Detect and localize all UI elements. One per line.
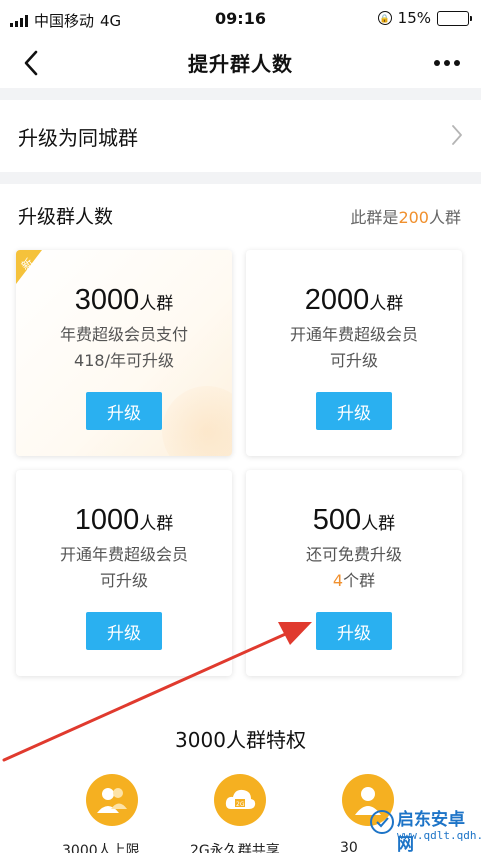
privilege-title: 3000人群特权 bbox=[175, 728, 306, 752]
card-title: 500人群 bbox=[246, 504, 462, 537]
more-dot-icon bbox=[444, 60, 450, 66]
card-unit: 人群 bbox=[139, 514, 174, 534]
card-number: 500 bbox=[312, 504, 362, 536]
card-description: 开通年费超级会员 可升级 bbox=[246, 322, 462, 374]
section-title: 升级群人数 bbox=[18, 206, 114, 228]
nav-bar: 提升群人数 bbox=[0, 38, 481, 88]
battery-percent: 15% bbox=[397, 9, 431, 27]
privilege-members-icon bbox=[86, 774, 138, 826]
more-dot-icon bbox=[454, 60, 460, 66]
upgrade-city-label: 升级为同城群 bbox=[18, 125, 138, 150]
watermark-url: www.qdlt.qdh.com bbox=[397, 829, 481, 842]
free-upgrade-count: 4 bbox=[332, 571, 344, 590]
card-desc-line1: 开通年费超级会员 bbox=[289, 325, 418, 344]
card-decoration bbox=[162, 386, 232, 456]
more-dot-icon bbox=[434, 60, 440, 66]
upgrade-button-3000[interactable]: 升级 bbox=[86, 392, 162, 430]
plan-card-2000: 2000人群 开通年费超级会员 可升级 升级 bbox=[246, 250, 462, 456]
card-unit: 人群 bbox=[139, 294, 174, 314]
more-button[interactable] bbox=[429, 48, 465, 78]
card-unit: 人群 bbox=[361, 514, 396, 534]
plan-card-1000: 1000人群 开通年费超级会员 可升级 升级 bbox=[16, 470, 232, 676]
group-info-suffix: 人群 bbox=[428, 208, 461, 227]
card-number: 1000 bbox=[74, 504, 140, 536]
battery-icon bbox=[437, 10, 472, 26]
card-description: 开通年费超级会员 可升级 bbox=[16, 542, 232, 594]
card-unit: 人群 bbox=[369, 294, 404, 314]
upgrade-button-1000[interactable]: 升级 bbox=[86, 612, 162, 650]
privilege-storage-icon: 2G bbox=[214, 774, 266, 826]
status-right: 🔒 15% bbox=[377, 9, 472, 27]
orientation-lock-icon: 🔒 bbox=[377, 11, 392, 25]
card-title: 1000人群 bbox=[16, 504, 232, 537]
card-number: 3000 bbox=[74, 284, 140, 316]
group-info-prefix: 此群是 bbox=[350, 208, 399, 227]
watermark: 启东安卓网 www.qdlt.qdh.com bbox=[367, 799, 481, 853]
privilege-label: 2G永久群共享 bbox=[190, 843, 280, 853]
chevron-right-icon bbox=[452, 125, 462, 145]
card-number: 2000 bbox=[304, 284, 370, 316]
plan-card-3000: 新 3000人群 年费超级会员支付 418/年可升级 升级 bbox=[16, 250, 232, 456]
card-desc-line2: 可升级 bbox=[329, 351, 378, 370]
card-title: 2000人群 bbox=[246, 284, 462, 317]
status-bar: 中国移动 4G 09:16 🔒 15% bbox=[0, 0, 481, 38]
group-info-count: 200 bbox=[398, 208, 429, 227]
card-description: 年费超级会员支付 418/年可升级 bbox=[16, 322, 232, 374]
upgrade-button-2000[interactable]: 升级 bbox=[316, 392, 392, 430]
card-desc-line2: 4个群 bbox=[246, 568, 462, 594]
free-upgrade-unit: 个群 bbox=[343, 571, 376, 590]
group-size-info: 此群是200人群 bbox=[350, 204, 461, 228]
card-title: 3000人群 bbox=[16, 284, 232, 317]
card-desc-line1: 年费超级会员支付 bbox=[59, 325, 188, 344]
card-desc-line2: 可升级 bbox=[99, 571, 148, 590]
privilege-label: 30 bbox=[340, 840, 358, 853]
privilege-label: 3000人上限 bbox=[62, 843, 140, 853]
upgrade-button-500[interactable]: 升级 bbox=[316, 612, 392, 650]
svg-text:2G: 2G bbox=[236, 801, 245, 808]
card-description: 还可免费升级 4个群 bbox=[246, 542, 462, 594]
card-desc-line1: 还可免费升级 bbox=[305, 545, 402, 564]
plan-card-500: 500人群 还可免费升级 4个群 升级 bbox=[246, 470, 462, 676]
card-desc-line2: 418/年可升级 bbox=[74, 351, 174, 370]
card-desc-line1: 开通年费超级会员 bbox=[59, 545, 188, 564]
upgrade-section-header: 升级群人数 此群是200人群 bbox=[0, 184, 481, 244]
watermark-logo-icon bbox=[370, 810, 394, 834]
upgrade-city-row[interactable]: 升级为同城群 bbox=[0, 100, 481, 172]
divider bbox=[0, 88, 481, 100]
divider bbox=[0, 172, 481, 184]
page-title: 提升群人数 bbox=[188, 52, 293, 76]
